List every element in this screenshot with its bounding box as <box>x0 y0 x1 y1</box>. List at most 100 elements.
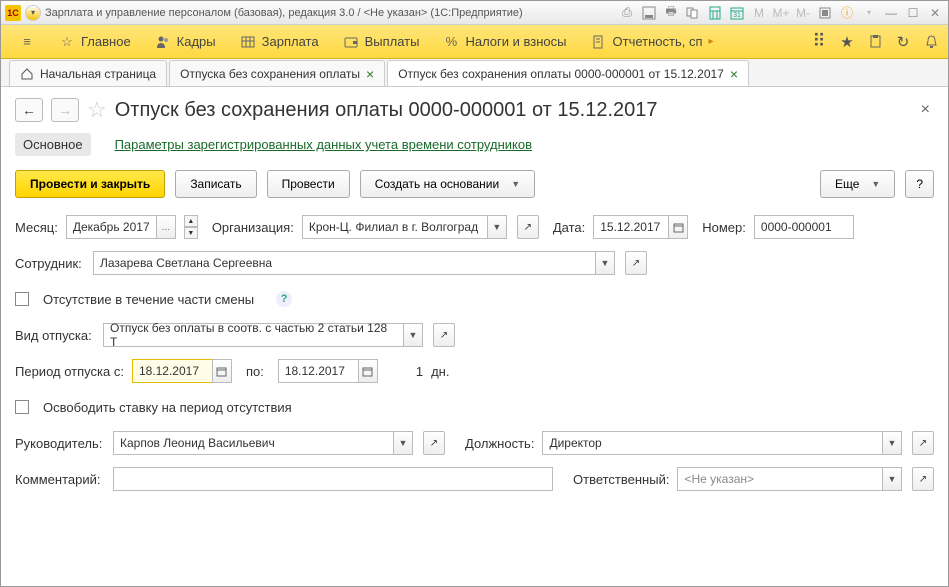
org-dropdown-button[interactable]: ▼ <box>487 215 507 239</box>
label-responsible: Ответственный: <box>573 472 669 487</box>
info-dropdown-icon[interactable]: ▾ <box>860 5 878 21</box>
label-comment: Комментарий: <box>15 472 105 487</box>
tab-close-icon[interactable]: × <box>730 66 738 82</box>
save-button[interactable]: Записать <box>175 170 256 198</box>
tab-home[interactable]: Начальная страница <box>9 60 167 86</box>
nav-forward-button[interactable]: → <box>51 98 79 122</box>
wallet-icon <box>343 34 359 50</box>
menu-hamburger[interactable]: ≡ <box>9 30 45 54</box>
employee-input[interactable]: Лазарева Светлана Сергеевна <box>93 251 595 275</box>
subtab-params[interactable]: Параметры зарегистрированных данных учет… <box>107 133 540 156</box>
percent-icon: % <box>443 34 459 50</box>
position-open-button[interactable]: ↗ <box>912 431 934 455</box>
maximize-button[interactable]: ☐ <box>904 5 922 21</box>
comment-input[interactable] <box>113 467 553 491</box>
row-type: Вид отпуска: Отпуск без оплаты в соотв. … <box>15 322 934 348</box>
type-field: Отпуск без оплаты в соотв. с частью 2 ст… <box>103 323 423 347</box>
employee-open-button[interactable]: ↗ <box>625 251 647 275</box>
action-buttons: Провести и закрыть Записать Провести Соз… <box>15 170 934 198</box>
date-input[interactable]: 15.12.2017 <box>593 215 668 239</box>
month-down-button[interactable]: ▼ <box>184 227 198 239</box>
minimize-button[interactable]: — <box>882 5 900 21</box>
manager-dropdown-button[interactable]: ▼ <box>393 431 413 455</box>
org-open-button[interactable]: ↗ <box>517 215 539 239</box>
more-button[interactable]: Еще▼ <box>820 170 895 198</box>
nav-payments[interactable]: Выплаты <box>333 30 430 54</box>
save-icon[interactable] <box>640 5 658 21</box>
nav-payments-label: Выплаты <box>365 34 420 49</box>
nav-hr[interactable]: Кадры <box>145 30 226 54</box>
compare-icon[interactable] <box>684 5 702 21</box>
print-preview-icon[interactable]: ⎙ <box>618 5 636 21</box>
type-dropdown-button[interactable]: ▼ <box>403 323 423 347</box>
history-icon[interactable]: ↻ <box>894 33 912 51</box>
month-up-button[interactable]: ▲ <box>184 215 198 227</box>
org-input[interactable]: Крон-Ц. Филиал в г. Волгоград <box>302 215 487 239</box>
nav-taxes[interactable]: % Налоги и взносы <box>433 30 576 54</box>
type-input[interactable]: Отпуск без оплаты в соотв. с частью 2 ст… <box>103 323 403 347</box>
titlebar: 1C ▾ Зарплата и управление персоналом (б… <box>1 1 948 25</box>
label-employee: Сотрудник: <box>15 256 85 271</box>
apps-icon[interactable]: ⠿ <box>810 33 828 51</box>
date-field: 15.12.2017 <box>593 215 688 239</box>
nav-reports[interactable]: Отчетность, сп ▸ <box>581 30 724 54</box>
partial-absence-checkbox[interactable] <box>15 292 29 306</box>
print-icon[interactable]: 🖶 <box>662 5 680 21</box>
free-rate-checkbox[interactable] <box>15 400 29 414</box>
responsible-open-button[interactable]: ↗ <box>912 467 934 491</box>
main-menu-dropdown[interactable]: ▾ <box>25 5 41 21</box>
chevron-down-icon: ▼ <box>511 179 520 189</box>
period-to-input[interactable]: 18.12.2017 <box>278 359 358 383</box>
nav-salary[interactable]: Зарплата <box>230 30 329 54</box>
number-input[interactable]: 0000-000001 <box>754 215 854 239</box>
position-dropdown-button[interactable]: ▼ <box>882 431 902 455</box>
close-page-button[interactable]: × <box>917 97 934 123</box>
row-month-org-date-num: Месяц: Декабрь 2017 … ▲ ▼ Организация: К… <box>15 214 934 240</box>
post-and-close-button[interactable]: Провести и закрыть <box>15 170 165 198</box>
type-open-button[interactable]: ↗ <box>433 323 455 347</box>
period-from-input[interactable]: 18.12.2017 <box>132 359 212 383</box>
responsible-input[interactable]: <Не указан> <box>677 467 882 491</box>
responsible-dropdown-button[interactable]: ▼ <box>882 467 902 491</box>
manager-open-button[interactable]: ↗ <box>423 431 445 455</box>
org-field: Крон-Ц. Филиал в г. Волгоград ▼ <box>302 215 507 239</box>
m-plus-icon[interactable]: M+ <box>772 5 790 21</box>
clipboard-icon[interactable] <box>866 33 884 51</box>
manager-input[interactable]: Карпов Леонид Васильевич <box>113 431 393 455</box>
create-from-button[interactable]: Создать на основании▼ <box>360 170 535 198</box>
favorite-icon[interactable]: ★ <box>838 33 856 51</box>
employee-dropdown-button[interactable]: ▼ <box>595 251 615 275</box>
month-input[interactable]: Декабрь 2017 <box>66 215 156 239</box>
main-toolbar: ≡ ☆ Главное Кадры Зарплата Выплаты % На <box>1 25 948 59</box>
info-icon[interactable]: ⓘ <box>838 5 856 21</box>
close-window-button[interactable]: ✕ <box>926 5 944 21</box>
page-header: ← → ☆ Отпуск без сохранения оплаты 0000-… <box>15 97 934 123</box>
period-to-calendar-button[interactable] <box>358 359 378 383</box>
period-from-calendar-button[interactable] <box>212 359 232 383</box>
tab-vacation-doc[interactable]: Отпуск без сохранения оплаты 0000-000001… <box>387 60 749 86</box>
m-icon[interactable]: M <box>750 5 768 21</box>
m-minus-icon[interactable]: M- <box>794 5 812 21</box>
help-icon[interactable]: ? <box>276 291 292 307</box>
post-button[interactable]: Провести <box>267 170 350 198</box>
calculator-icon[interactable] <box>706 5 724 21</box>
month-clear-button[interactable]: … <box>156 215 176 239</box>
manager-field: Карпов Леонид Васильевич ▼ <box>113 431 413 455</box>
nav-salary-label: Зарплата <box>262 34 319 49</box>
date-calendar-button[interactable] <box>668 215 688 239</box>
nav-reports-label: Отчетность, сп <box>613 34 703 49</box>
tab-vacation-list[interactable]: Отпуска без сохранения оплаты × <box>169 60 385 86</box>
nav-back-button[interactable]: ← <box>15 98 43 122</box>
page-title: Отпуск без сохранения оплаты 0000-000001… <box>115 99 658 122</box>
calendar-icon[interactable]: 31 <box>728 5 746 21</box>
bookmark-star-icon[interactable]: ☆ <box>87 97 107 123</box>
position-input[interactable]: Директор <box>542 431 882 455</box>
nav-main[interactable]: ☆ Главное <box>49 30 141 54</box>
subtab-main[interactable]: Основное <box>15 133 91 156</box>
tab-vacation-list-label: Отпуска без сохранения оплаты <box>180 67 360 81</box>
tab-close-icon[interactable]: × <box>366 66 374 82</box>
bell-icon[interactable] <box>922 33 940 51</box>
window-list-icon[interactable] <box>816 5 834 21</box>
help-button[interactable]: ? <box>905 170 934 198</box>
period-to-field: 18.12.2017 <box>278 359 378 383</box>
